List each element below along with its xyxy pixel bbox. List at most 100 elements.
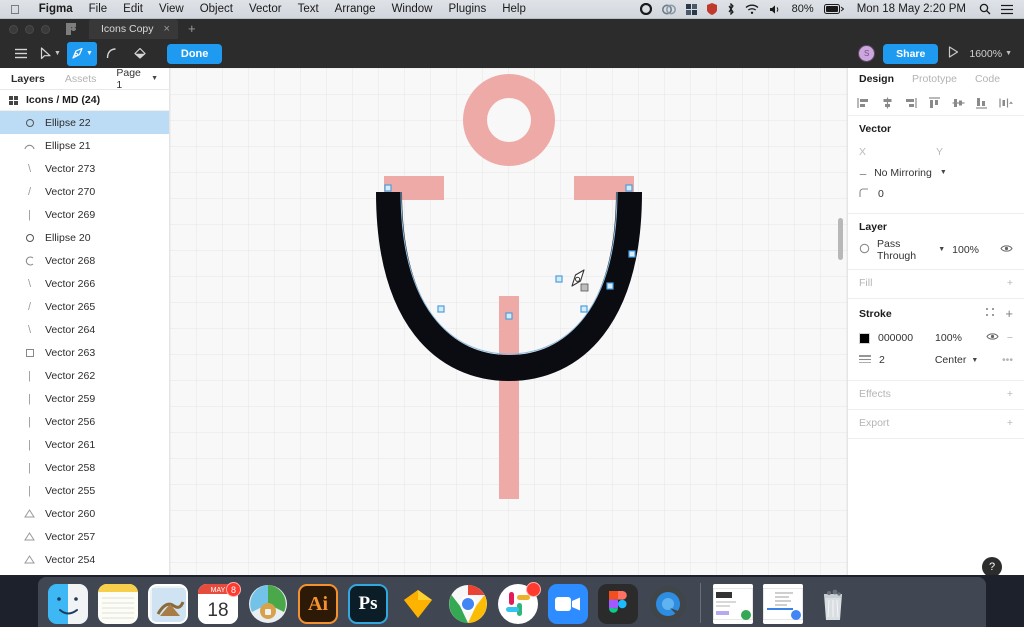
stroke-more-options-button[interactable]: ••• [1002,354,1013,366]
list-item[interactable]: | Vector 255 [0,479,169,502]
wifi-icon[interactable] [740,4,764,15]
minimize-window-button[interactable] [25,24,34,34]
search-icon[interactable] [974,3,996,15]
align-bottom-icon[interactable] [975,97,988,109]
stroke-weight-row[interactable]: 2 Center ▼ ••• [859,349,1013,371]
stroke-color-swatch[interactable] [859,332,870,344]
dock-item-figma[interactable] [596,582,640,626]
corner-radius-field[interactable]: 0 [859,183,1013,204]
menu-item-object[interactable]: Object [192,3,241,15]
menu-item-view[interactable]: View [151,3,192,15]
blend-mode-row[interactable]: Pass Through ▼ 100% [859,238,1013,262]
align-left-icon[interactable] [857,97,870,109]
align-top-icon[interactable] [928,96,941,109]
align-horizontal-center-icon[interactable] [881,97,894,109]
page-selector[interactable]: Page 1 ▼ [116,67,158,91]
help-button[interactable]: ? [982,557,1002,577]
apple-menu-icon[interactable]:  [0,3,31,16]
list-item[interactable]: | Vector 256 [0,410,169,433]
list-item[interactable]: \ Vector 266 [0,272,169,295]
pen-tool-button[interactable]: ▼ [66,41,97,66]
dock-item-zoom[interactable] [546,582,590,626]
avatar[interactable]: S [858,45,876,62]
list-item[interactable]: Vector 268 [0,249,169,272]
tab-code[interactable]: Code [975,73,1000,85]
screen-share-icon[interactable] [657,4,681,15]
add-export-button[interactable]: + [1007,417,1013,429]
list-item[interactable]: Ellipse 22 [0,111,169,134]
menu-item-text[interactable]: Text [290,3,327,15]
layers-list[interactable]: Ellipse 22 Ellipse 21 \ Vector 273 / Vec… [0,111,169,592]
dock-item-mail[interactable] [146,582,190,626]
dock-item-illustrator[interactable]: Ai [296,582,340,626]
paint-bucket-button[interactable] [127,42,153,66]
dock-item-quicktime[interactable] [646,582,690,626]
list-item[interactable]: Vector 263 [0,341,169,364]
main-menu-button[interactable] [8,42,34,66]
mirroring-dropdown[interactable]: ⚊ No Mirroring ▼ [859,162,1013,183]
document-tab-icons-copy[interactable]: Icons Copy × [89,19,178,39]
layer-opacity-value[interactable]: 100% [952,244,979,256]
tab-design[interactable]: Design [859,73,894,85]
stroke-opacity-value[interactable]: 100% [935,332,962,344]
battery-icon[interactable] [819,4,849,14]
dock-item-trash[interactable] [811,582,855,626]
list-item[interactable]: | Vector 269 [0,203,169,226]
list-item[interactable]: \ Vector 273 [0,157,169,180]
dropbox-icon[interactable] [681,3,702,15]
list-item[interactable]: Vector 254 [0,548,169,571]
y-field[interactable]: Y [936,146,1013,158]
zoom-level-dropdown[interactable]: 1600% ▼ [969,48,1012,60]
share-button[interactable]: Share [883,43,939,64]
list-item[interactable]: Ellipse 21 [0,134,169,157]
list-item[interactable]: | Vector 258 [0,456,169,479]
canvas-vertical-scrollbar[interactable] [838,218,843,260]
list-item[interactable]: | Vector 262 [0,364,169,387]
dock-item-sketch[interactable] [396,582,440,626]
close-icon[interactable]: × [164,23,170,35]
menu-item-help[interactable]: Help [494,3,534,15]
dock-item-photoshop[interactable]: Ps [346,582,390,626]
add-effect-button[interactable]: + [1007,388,1013,400]
tab-layers[interactable]: Layers [11,73,45,85]
dock-item-notes[interactable] [96,582,140,626]
close-window-button[interactable] [9,24,18,34]
dock-item-calendar[interactable]: MAY 18 8 [196,582,241,626]
bluetooth-icon[interactable] [722,3,740,15]
dock-item-finder[interactable] [46,582,90,626]
done-button[interactable]: Done [166,43,223,64]
dock-item-safari[interactable] [246,582,290,626]
list-item[interactable]: \ Vector 264 [0,318,169,341]
eye-icon[interactable] [1000,244,1013,256]
stroke-color-hex[interactable]: 000000 [878,332,913,344]
shield-icon[interactable] [702,3,722,15]
stroke-align-dropdown[interactable]: Center ▼ [935,354,978,366]
control-center-icon[interactable] [996,4,1018,15]
stroke-weight-value[interactable]: 2 [879,354,885,366]
dock-item-slack[interactable] [496,582,541,626]
list-item[interactable]: / Vector 270 [0,180,169,203]
eye-icon[interactable] [986,332,999,344]
x-field[interactable]: X [859,146,936,158]
menu-item-window[interactable]: Window [384,3,441,15]
list-item[interactable]: Vector 257 [0,525,169,548]
bend-tool-button[interactable] [99,42,125,66]
menu-item-plugins[interactable]: Plugins [440,3,494,15]
stroke-style-icon[interactable] [985,307,995,320]
tab-prototype[interactable]: Prototype [912,73,957,85]
list-item[interactable]: | Vector 261 [0,433,169,456]
dock-item-chrome[interactable] [446,582,490,626]
tab-assets[interactable]: Assets [65,73,97,85]
maximize-window-button[interactable] [41,24,50,34]
menu-item-figma[interactable]: Figma [31,3,81,15]
add-stroke-button[interactable]: + [1005,306,1013,321]
stroke-color-row[interactable]: 000000 100% − [859,327,1013,349]
design-canvas[interactable] [170,68,847,594]
new-tab-button[interactable]: + [178,19,206,39]
list-item[interactable]: / Vector 265 [0,295,169,318]
present-play-icon[interactable] [946,46,961,61]
distribute-icon[interactable] [999,97,1015,109]
dock-item-window-thumb-1[interactable] [711,582,755,626]
move-tool-button[interactable]: ▼ [36,42,65,66]
anchor-icon-artwork[interactable] [170,68,847,594]
